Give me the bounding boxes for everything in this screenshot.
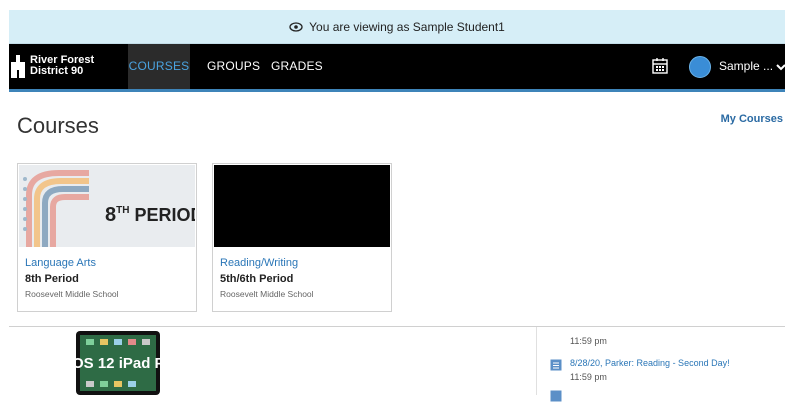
ipad-caption: OS 12 iPad Pr — [76, 355, 160, 372]
page-title: Courses — [17, 113, 99, 138]
assignment-link[interactable]: 8/28/20, Parker: Reading - Second Day! — [570, 358, 730, 368]
nav-courses[interactable]: COURSES — [128, 44, 190, 89]
banner-text: You are viewing as Sample Student1 — [309, 19, 505, 34]
top-navigation-bar: River Forest District 90 COURSES GROUPS … — [9, 44, 785, 92]
calendar-icon[interactable] — [651, 57, 669, 80]
logo-line2: District 90 — [30, 65, 84, 77]
eye-icon — [289, 20, 303, 34]
user-avatar[interactable] — [689, 56, 711, 78]
ipad-thumbnail[interactable]: OS 12 iPad Pr — [76, 331, 160, 395]
course-image: 8TH PERIOD — [19, 165, 195, 247]
period-image-sup: TH — [116, 205, 129, 216]
course-period: 5th/6th Period — [220, 273, 294, 285]
course-period: 8th Period — [25, 273, 79, 285]
due-time: 11:59 pm — [570, 372, 607, 382]
course-card-language-arts[interactable]: 8TH PERIOD Language Arts 8th Period Roos… — [17, 163, 197, 312]
school-building-icon — [9, 52, 27, 80]
course-school: Roosevelt Middle School — [25, 289, 119, 299]
course-card-reading-writing[interactable]: Reading/Writing 5th/6th Period Roosevelt… — [212, 163, 392, 312]
course-school: Roosevelt Middle School — [220, 289, 314, 299]
period-image-number: 8 — [105, 204, 116, 226]
period-image-word: PERIOD — [129, 205, 195, 225]
due-time: 11:59 pm — [570, 336, 607, 346]
lower-content: OS 12 iPad Pr 11:59 pm 8/28/20, Parker: … — [9, 326, 785, 402]
rainbow-period-graphic: 8TH PERIOD — [19, 165, 195, 247]
assignment-icon — [550, 358, 562, 371]
course-name[interactable]: Language Arts — [25, 257, 96, 269]
user-name[interactable]: Sample ... — [719, 44, 773, 89]
my-courses-link[interactable]: My Courses — [721, 113, 783, 125]
course-name[interactable]: Reading/Writing — [220, 257, 298, 269]
course-image — [214, 165, 390, 247]
nav-grades[interactable]: GRADES — [271, 44, 323, 89]
upcoming-panel: 11:59 pm 8/28/20, Parker: Reading - Seco… — [536, 327, 785, 402]
assignment-icon — [550, 389, 562, 402]
viewing-as-banner: You are viewing as Sample Student1 — [9, 10, 785, 44]
chevron-down-icon[interactable] — [775, 60, 785, 78]
district-logo[interactable]: River Forest District 90 — [9, 52, 94, 80]
nav-groups[interactable]: GROUPS — [207, 44, 260, 89]
